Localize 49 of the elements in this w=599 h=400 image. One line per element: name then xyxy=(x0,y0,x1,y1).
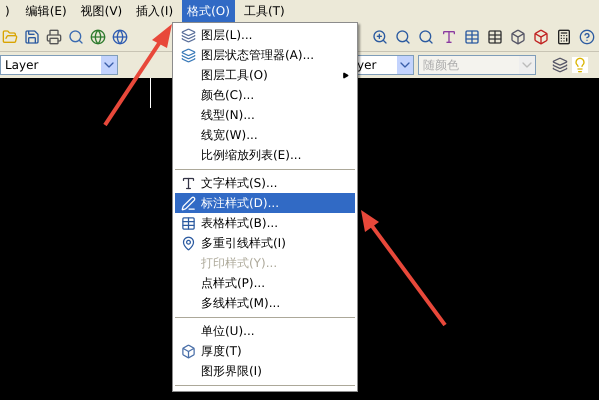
layers-icon xyxy=(180,48,196,62)
zoom-icon[interactable] xyxy=(372,28,388,44)
table-icon[interactable] xyxy=(487,28,503,44)
menu-item[interactable]: 视图(V) xyxy=(76,0,128,22)
help-icon[interactable] xyxy=(579,28,595,44)
magnifier-icon[interactable] xyxy=(68,28,84,44)
save-icon[interactable] xyxy=(24,28,40,44)
menu-item[interactable]: 编辑(E) xyxy=(20,0,72,22)
menu-item[interactable]: 表格样式(B)... xyxy=(175,213,355,233)
dropdown-icon xyxy=(519,56,535,74)
layers-icon[interactable] xyxy=(552,57,568,73)
submenu-arrow-icon xyxy=(342,72,349,78)
menu-item[interactable]: 多线样式(M)... xyxy=(175,293,355,313)
menu-item[interactable]: 图层工具(O) xyxy=(175,65,355,85)
table-icon[interactable] xyxy=(464,28,480,44)
layer-dropdown[interactable]: Layer xyxy=(0,55,118,75)
table-icon xyxy=(180,216,196,230)
menu-item[interactable]: 单位(U)... xyxy=(175,321,355,341)
block-icon[interactable] xyxy=(510,28,526,44)
menu-item[interactable]: 插入(I) xyxy=(131,0,178,22)
menu-item[interactable]: 文字样式(S)... xyxy=(175,173,355,193)
layers-icon xyxy=(180,28,196,42)
menu-item[interactable]: 格式(O) xyxy=(182,0,235,22)
menu-item[interactable]: ) xyxy=(0,0,15,22)
block-icon[interactable] xyxy=(533,28,549,44)
pin-icon xyxy=(180,236,196,250)
dropdown-icon xyxy=(101,56,117,74)
menu-item[interactable]: 点样式(P)... xyxy=(175,273,355,293)
text-icon[interactable] xyxy=(441,28,457,44)
calculator-icon[interactable] xyxy=(556,28,572,44)
block-icon xyxy=(180,344,196,358)
menu-item[interactable]: 工具(T) xyxy=(238,0,290,22)
menu-item[interactable]: 多重引线样式(I) xyxy=(175,233,355,253)
printer-icon[interactable] xyxy=(46,28,62,44)
menu-item[interactable]: 图层状态管理器(A)... xyxy=(175,45,355,65)
menu-item[interactable]: 图形界限(I) xyxy=(175,361,355,381)
globe-icon[interactable] xyxy=(90,28,106,44)
menu-item[interactable]: 图层(L)... xyxy=(175,25,355,45)
menu-item[interactable]: 颜色(C)... xyxy=(175,85,355,105)
menu-item[interactable]: 线宽(W)... xyxy=(175,125,355,145)
menu-item[interactable]: 线型(N)... xyxy=(175,105,355,125)
magnifier-icon[interactable] xyxy=(418,28,434,44)
menu-item[interactable]: 标注样式(D)... xyxy=(175,193,355,213)
menu-item[interactable]: 厚度(T) xyxy=(175,341,355,361)
pen-icon xyxy=(180,196,196,210)
globe-icon[interactable] xyxy=(112,28,128,44)
menu-item[interactable]: 比例缩放列表(E)... xyxy=(175,145,355,165)
magnifier-icon[interactable] xyxy=(395,28,411,44)
dropdown-icon xyxy=(397,56,413,74)
